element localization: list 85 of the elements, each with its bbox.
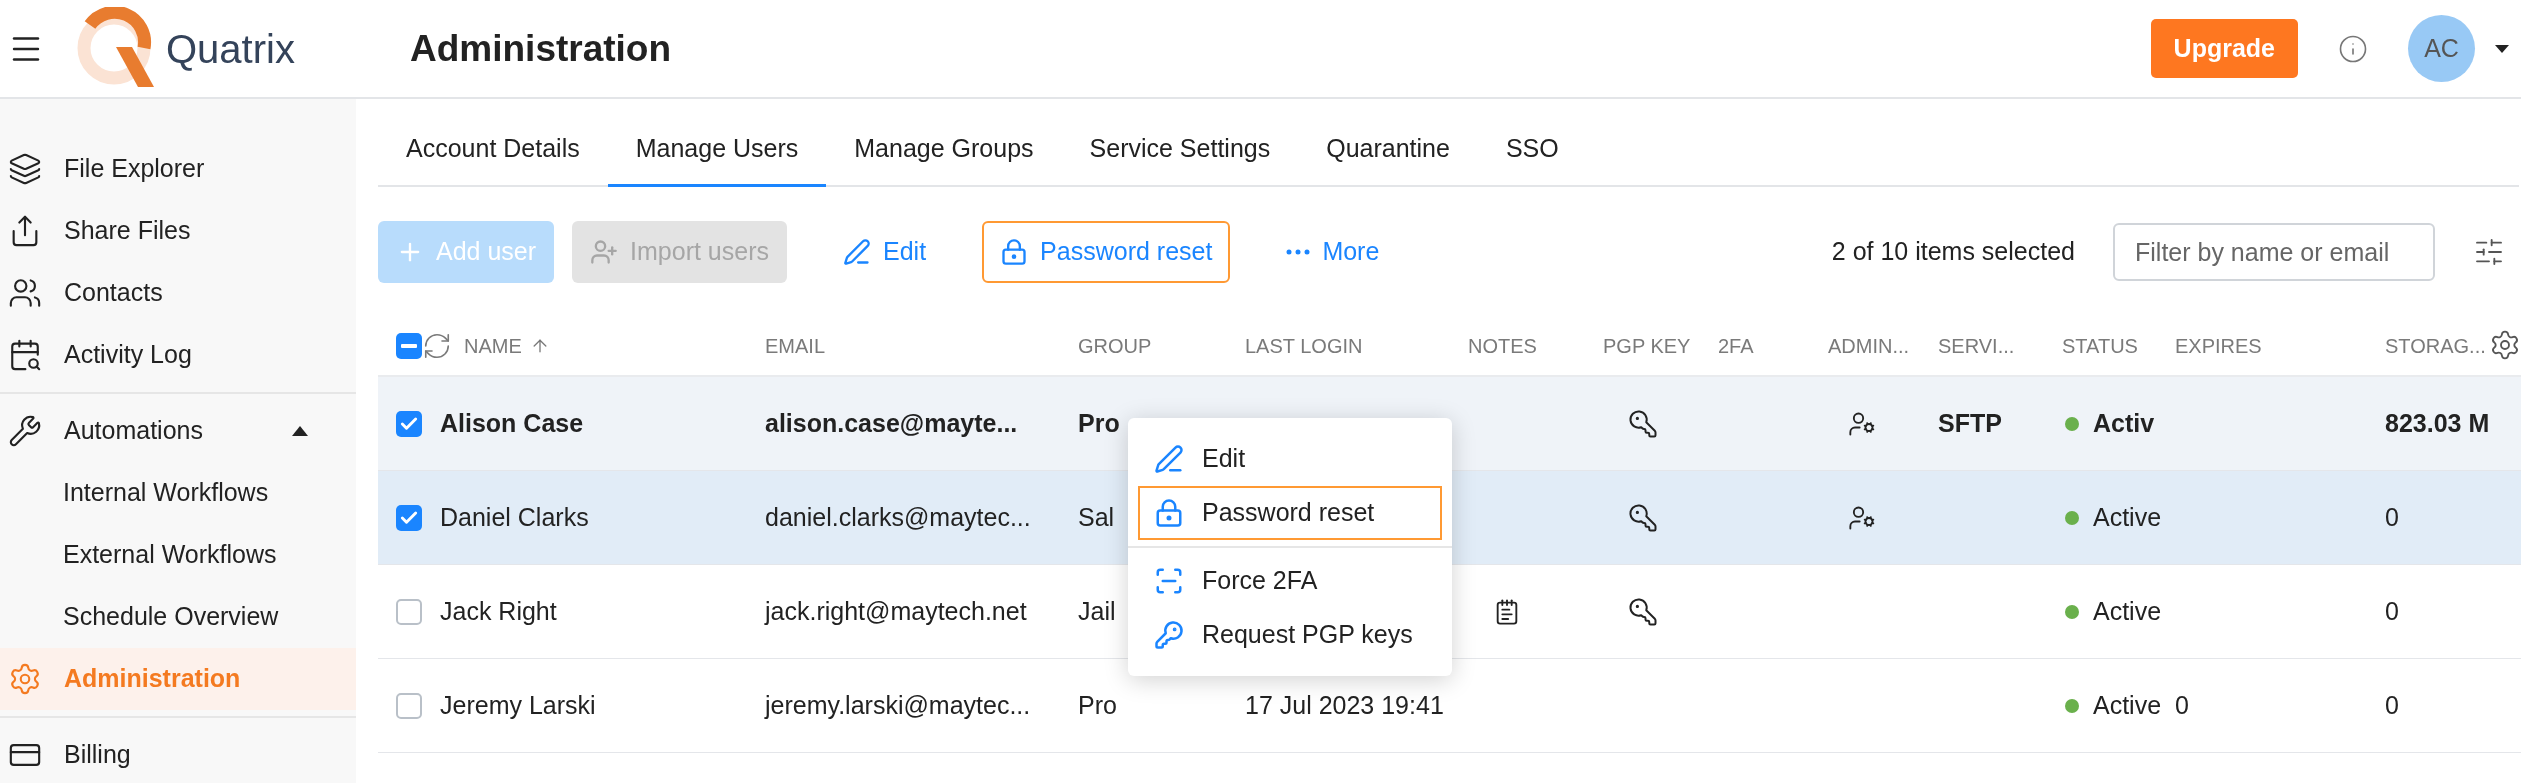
avatar[interactable]: AC: [2408, 15, 2475, 82]
table-cell-text: jack.right@maytech.net: [765, 595, 1027, 627]
tab[interactable]: Account Details: [378, 113, 608, 187]
column-header[interactable]: GROUP: [1078, 331, 1152, 361]
more-button[interactable]: More: [1268, 221, 1398, 283]
sidebar-item[interactable]: Automations: [0, 400, 356, 462]
refresh-icon[interactable]: [422, 331, 452, 361]
settings-icon: [8, 662, 42, 696]
status-text: Active: [2093, 595, 2162, 627]
sidebar-item[interactable]: Share Files: [0, 200, 356, 262]
column-header[interactable]: STATUS: [2062, 331, 2138, 361]
column-header[interactable]: EMAIL: [765, 331, 826, 361]
column-header[interactable]: SERVI...: [1938, 331, 2015, 361]
pencil-icon: [1154, 444, 1184, 474]
column-settings-icon[interactable]: [2473, 236, 2505, 268]
minus-icon: [401, 344, 417, 348]
key-icon: [1154, 620, 1184, 650]
sidebar-item[interactable]: Contacts: [0, 262, 356, 324]
checkbox[interactable]: [396, 410, 422, 437]
toolbar-button[interactable]: Edit: [825, 221, 945, 283]
table-cell-text: Alison Case: [440, 407, 584, 439]
table-cell-text: Jeremy Larski: [440, 689, 596, 721]
table-cell-text: Jack Right: [440, 595, 557, 627]
sidebar-item[interactable]: Schedule Overview: [0, 586, 356, 648]
lock-icon: [1154, 498, 1184, 528]
status-text: Active: [2093, 501, 2162, 533]
filter-field[interactable]: Filter by name or email: [2113, 223, 2435, 281]
table-cell-text: 0: [2175, 689, 2189, 721]
column-header[interactable]: NOTES: [1468, 331, 1537, 361]
logo-text: Quatrix: [166, 25, 296, 73]
checkbox[interactable]: [396, 333, 422, 359]
sidebar-item[interactable]: Internal Workflows: [0, 462, 356, 524]
tab[interactable]: Manage Users: [607, 113, 827, 187]
column-header[interactable]: NAME: [464, 331, 522, 361]
calendar-icon: [8, 338, 42, 372]
page-title: Administration: [410, 26, 673, 71]
tab[interactable]: SSO: [1477, 113, 1587, 187]
menu-item[interactable]: Force 2FA: [1138, 554, 1442, 608]
table-cell-text: 0: [2385, 689, 2399, 721]
column-header[interactable]: STORAG...: [2385, 331, 2486, 361]
contacts-icon: [8, 276, 42, 310]
menu-item[interactable]: Password reset: [1138, 486, 1442, 540]
table-cell-text: alison.case@mayte...: [765, 407, 1018, 439]
menu-item[interactable]: Request PGP keys: [1138, 608, 1442, 662]
scan-icon: [1154, 566, 1184, 596]
info-icon[interactable]: [2338, 33, 2368, 64]
sidebar-item[interactable]: Activity Log: [0, 324, 356, 386]
table-cell-text: jeremy.larski@maytec...: [765, 689, 1031, 721]
table-cell-text: Daniel Clarks: [440, 501, 589, 533]
tab[interactable]: Quarantine: [1298, 113, 1478, 187]
sidebar-item[interactable]: Billing: [0, 724, 356, 783]
column-header[interactable]: LAST LOGIN: [1245, 331, 1363, 361]
selection-count: 2 of 10 items selected: [1831, 236, 2075, 268]
wrench-icon: [8, 414, 42, 448]
pencil-icon: [843, 238, 871, 266]
checkbox[interactable]: [396, 598, 422, 625]
column-header[interactable]: PGP KEY: [1603, 331, 1691, 361]
table-cell-text: daniel.clarks@maytec...: [765, 501, 1031, 533]
collapse-caret-icon: [292, 426, 308, 436]
sidebar-item[interactable]: External Workflows: [0, 524, 356, 586]
checkbox[interactable]: [396, 692, 422, 719]
column-header[interactable]: EXPIRES: [2175, 331, 2262, 361]
table-cell-text: Sal: [1078, 501, 1115, 533]
dots-icon: [1286, 249, 1311, 255]
column-header[interactable]: ADMIN...: [1828, 331, 1910, 361]
table-cell-text: Pro: [1078, 689, 1117, 721]
table-cell-text: 823.03 M: [2385, 407, 2490, 439]
caret-icon[interactable]: [2495, 44, 2509, 53]
status-text: Active: [2093, 689, 2162, 721]
toolbar-button[interactable]: Password reset: [982, 221, 1231, 283]
status-text: Activ: [2093, 407, 2155, 439]
table-cell-text: Jail: [1078, 595, 1116, 627]
table-cell-text: 0: [2385, 501, 2399, 533]
column-header[interactable]: 2FA: [1718, 331, 1754, 361]
table-cell-text: 17 Jul 2023 19:41: [1245, 689, 1444, 721]
table-cell-text: SFTP: [1938, 407, 2002, 439]
lock-icon: [1000, 238, 1029, 266]
layers-icon: [8, 152, 42, 186]
user-icon: [590, 238, 619, 266]
tab[interactable]: Manage Groups: [826, 113, 1062, 187]
table-cell-text: Pro: [1078, 407, 1120, 439]
tab[interactable]: Service Settings: [1061, 113, 1299, 187]
checkbox[interactable]: [396, 504, 422, 531]
sidebar-item[interactable]: File Explorer: [0, 138, 356, 200]
table-cell-text: 0: [2385, 595, 2399, 627]
